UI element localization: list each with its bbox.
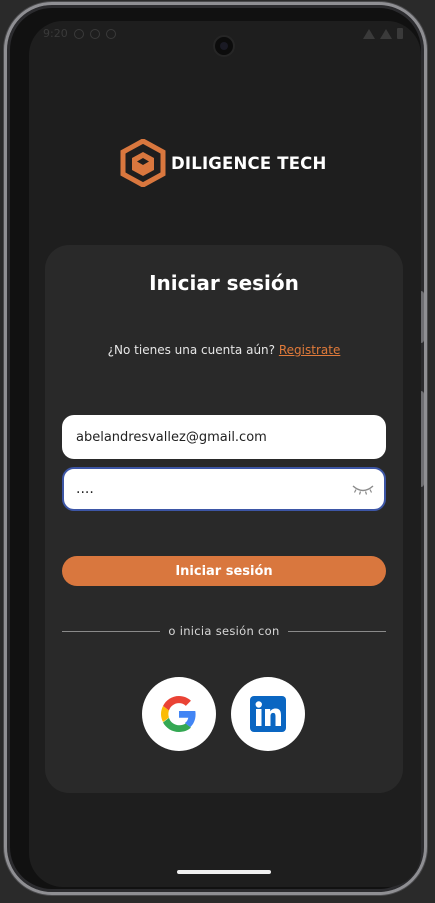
home-indicator[interactable]: [177, 870, 271, 874]
social-divider: o inicia sesión con: [62, 623, 387, 639]
linkedin-icon: [250, 696, 286, 732]
brand-hexagon-icon: [120, 139, 166, 187]
eye-closed-icon[interactable]: [352, 482, 374, 496]
brand-logo: DILIGENCE TECH: [120, 139, 326, 187]
divider-line-left: [62, 630, 161, 632]
login-button[interactable]: Iniciar sesión: [62, 556, 386, 586]
email-value: abelandresvallez@gmail.com: [76, 429, 267, 445]
password-field[interactable]: ....: [62, 467, 386, 511]
location-icon: [105, 28, 116, 39]
wifi-icon: [363, 28, 375, 39]
battery-icon: [397, 28, 403, 39]
status-time: 9:20: [43, 27, 68, 40]
shield-icon: [89, 28, 100, 39]
brand-name: DILIGENCE TECH: [171, 153, 327, 173]
app-screen: 9:20 DILIGENCE TECH Iniciar sesión ¿No t…: [29, 21, 421, 887]
register-prompt: ¿No tienes una cuenta aún?: [107, 343, 276, 357]
login-card: Iniciar sesión ¿No tienes una cuenta aún…: [45, 245, 403, 793]
linkedin-login-button[interactable]: [231, 677, 305, 751]
divider-line-right: [287, 630, 387, 632]
password-value: ....: [76, 481, 94, 497]
signal-icon: [380, 28, 392, 39]
google-icon: [161, 696, 196, 732]
google-login-button[interactable]: [142, 677, 216, 751]
login-title: Iniciar sesión: [149, 271, 299, 295]
email-field[interactable]: abelandresvallez@gmail.com: [62, 415, 386, 459]
register-link[interactable]: Registrate: [279, 343, 340, 357]
alarm-icon: [73, 28, 84, 39]
front-camera: [213, 35, 235, 57]
phone-frame: 9:20 DILIGENCE TECH Iniciar sesión ¿No t…: [4, 2, 427, 895]
divider-text: o inicia sesión con: [168, 624, 280, 638]
register-prompt-line: ¿No tienes una cuenta aún? Registrate: [45, 343, 403, 357]
